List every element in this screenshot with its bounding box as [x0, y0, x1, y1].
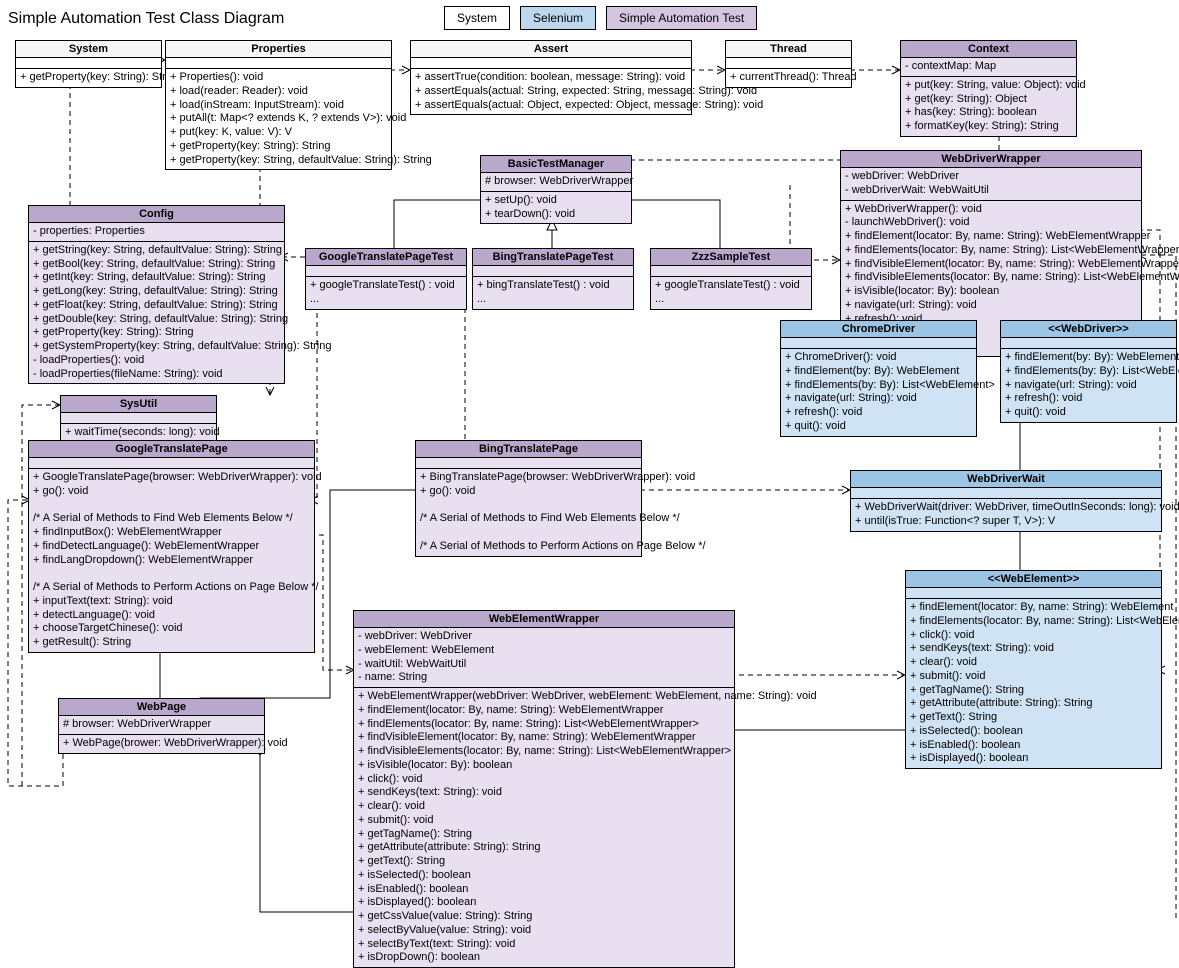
- attributes-empty: [726, 58, 851, 69]
- class-btest: BingTranslatePageTest + bingTranslateTest…: [472, 248, 634, 310]
- attributes-empty: [651, 266, 811, 277]
- class-name: WebDriverWrapper: [841, 151, 1141, 168]
- class-webelement: <<WebElement>> + findElement(locator: By,…: [905, 570, 1162, 769]
- class-gtpage: GoogleTranslatePage + GoogleTranslatePage…: [28, 440, 315, 653]
- class-name: BingTranslatePageTest: [473, 249, 633, 266]
- legend: System Selenium Simple Automation Test: [444, 6, 757, 30]
- class-name: System: [16, 41, 161, 58]
- attributes-empty: [16, 58, 161, 69]
- attributes-empty: [306, 266, 466, 277]
- methods: + setUp(): void + tearDown(): void: [481, 192, 631, 224]
- attributes: # browser: WebDriverWrapper: [59, 716, 264, 735]
- methods: + findElement(locator: By, name: String)…: [906, 599, 1161, 768]
- class-name: BingTranslatePage: [416, 441, 641, 458]
- methods: + currentThread(): Thread: [726, 69, 851, 87]
- methods: + bingTranslateTest() : void ...: [473, 277, 633, 309]
- methods: + WebElementWrapper(webDriver: WebDriver…: [354, 688, 734, 967]
- class-gtest: GoogleTranslatePageTest + googleTranslate…: [305, 248, 467, 310]
- methods: + googleTranslateTest() : void ...: [306, 277, 466, 309]
- methods: + getProperty(key: String): String: [16, 69, 161, 87]
- class-system: System + getProperty(key: String): String: [15, 40, 162, 88]
- methods: + BingTranslatePage(browser: WebDriverWr…: [416, 469, 641, 556]
- class-thread: Thread + currentThread(): Thread: [725, 40, 852, 88]
- class-name: BasicTestManager: [481, 156, 631, 173]
- class-wdwait: WebDriverWait + WebDriverWait(driver: Web…: [850, 470, 1162, 532]
- methods: + ChromeDriver(): void + findElement(by:…: [781, 349, 976, 436]
- attributes-empty: [906, 588, 1161, 599]
- methods: + put(key: String, value: Object): void …: [901, 77, 1076, 136]
- attributes-empty: [166, 58, 391, 69]
- attributes: - contextMap: Map: [901, 58, 1076, 77]
- attributes-empty: [851, 488, 1161, 499]
- methods: + GoogleTranslatePage(browser: WebDriver…: [29, 469, 314, 652]
- class-name: GoogleTranslatePageTest: [306, 249, 466, 266]
- class-webdriver: <<WebDriver>> + findElement(by: By): WebE…: [1000, 320, 1177, 423]
- diagram-title: Simple Automation Test Class Diagram: [8, 10, 284, 28]
- class-config: Config- properties: Properties+ getStrin…: [28, 205, 285, 384]
- methods: + findElement(by: By): WebElement + find…: [1001, 349, 1176, 422]
- class-webpage: WebPage# browser: WebDriverWrapper+ WebP…: [58, 698, 265, 754]
- attributes: # browser: WebDriverWrapper: [481, 173, 631, 192]
- class-chrome: ChromeDriver + ChromeDriver(): void + fin…: [780, 320, 977, 437]
- methods: + googleTranslateTest() : void ...: [651, 277, 811, 309]
- attributes: - webDriver: WebDriver - webDriverWait: …: [841, 168, 1141, 201]
- methods: + WebDriverWait(driver: WebDriver, timeO…: [851, 499, 1161, 531]
- attributes: - webDriver: WebDriver - webElement: Web…: [354, 628, 734, 688]
- class-name: WebElementWrapper: [354, 611, 734, 628]
- attributes-empty: [29, 458, 314, 469]
- class-btpage: BingTranslatePage + BingTranslatePage(bro…: [415, 440, 642, 557]
- class-btm: BasicTestManager# browser: WebDriverWrap…: [480, 155, 632, 224]
- class-properties: Properties + Properties(): void + load(re…: [165, 40, 392, 170]
- class-name: GoogleTranslatePage: [29, 441, 314, 458]
- class-assert: Assert + assertTrue(condition: boolean, m…: [410, 40, 692, 115]
- class-name: Assert: [411, 41, 691, 58]
- methods: + WebPage(brower: WebDriverWrapper): voi…: [59, 735, 264, 753]
- legend-simple: Simple Automation Test: [606, 6, 757, 30]
- attributes-empty: [781, 338, 976, 349]
- class-name: ZzzSampleTest: [651, 249, 811, 266]
- legend-selenium: Selenium: [520, 6, 596, 30]
- class-sysutil: SysUtil+ waitTime(seconds: long): void: [60, 395, 217, 443]
- methods: + assertTrue(condition: boolean, message…: [411, 69, 691, 114]
- attributes-empty: [411, 58, 691, 69]
- class-name: Config: [29, 206, 284, 223]
- methods: + Properties(): void + load(reader: Read…: [166, 69, 391, 169]
- attributes-empty: [416, 458, 641, 469]
- class-ztest: ZzzSampleTest + googleTranslateTest() : v…: [650, 248, 812, 310]
- class-name: Thread: [726, 41, 851, 58]
- class-name: <<WebElement>>: [906, 571, 1161, 588]
- class-name: SysUtil: [61, 396, 216, 413]
- class-name: ChromeDriver: [781, 321, 976, 338]
- class-name: WebDriverWait: [851, 471, 1161, 488]
- attributes-empty: [61, 413, 216, 424]
- class-name: WebPage: [59, 699, 264, 716]
- class-name: Properties: [166, 41, 391, 58]
- methods: + getString(key: String, defaultValue: S…: [29, 242, 284, 384]
- attributes: - properties: Properties: [29, 223, 284, 242]
- legend-system: System: [444, 6, 510, 30]
- class-name: <<WebDriver>>: [1001, 321, 1176, 338]
- class-context: Context- contextMap: Map+ put(key: Strin…: [900, 40, 1077, 137]
- attributes-empty: [1001, 338, 1176, 349]
- attributes-empty: [473, 266, 633, 277]
- class-name: Context: [901, 41, 1076, 58]
- class-wew: WebElementWrapper- webDriver: WebDriver …: [353, 610, 735, 968]
